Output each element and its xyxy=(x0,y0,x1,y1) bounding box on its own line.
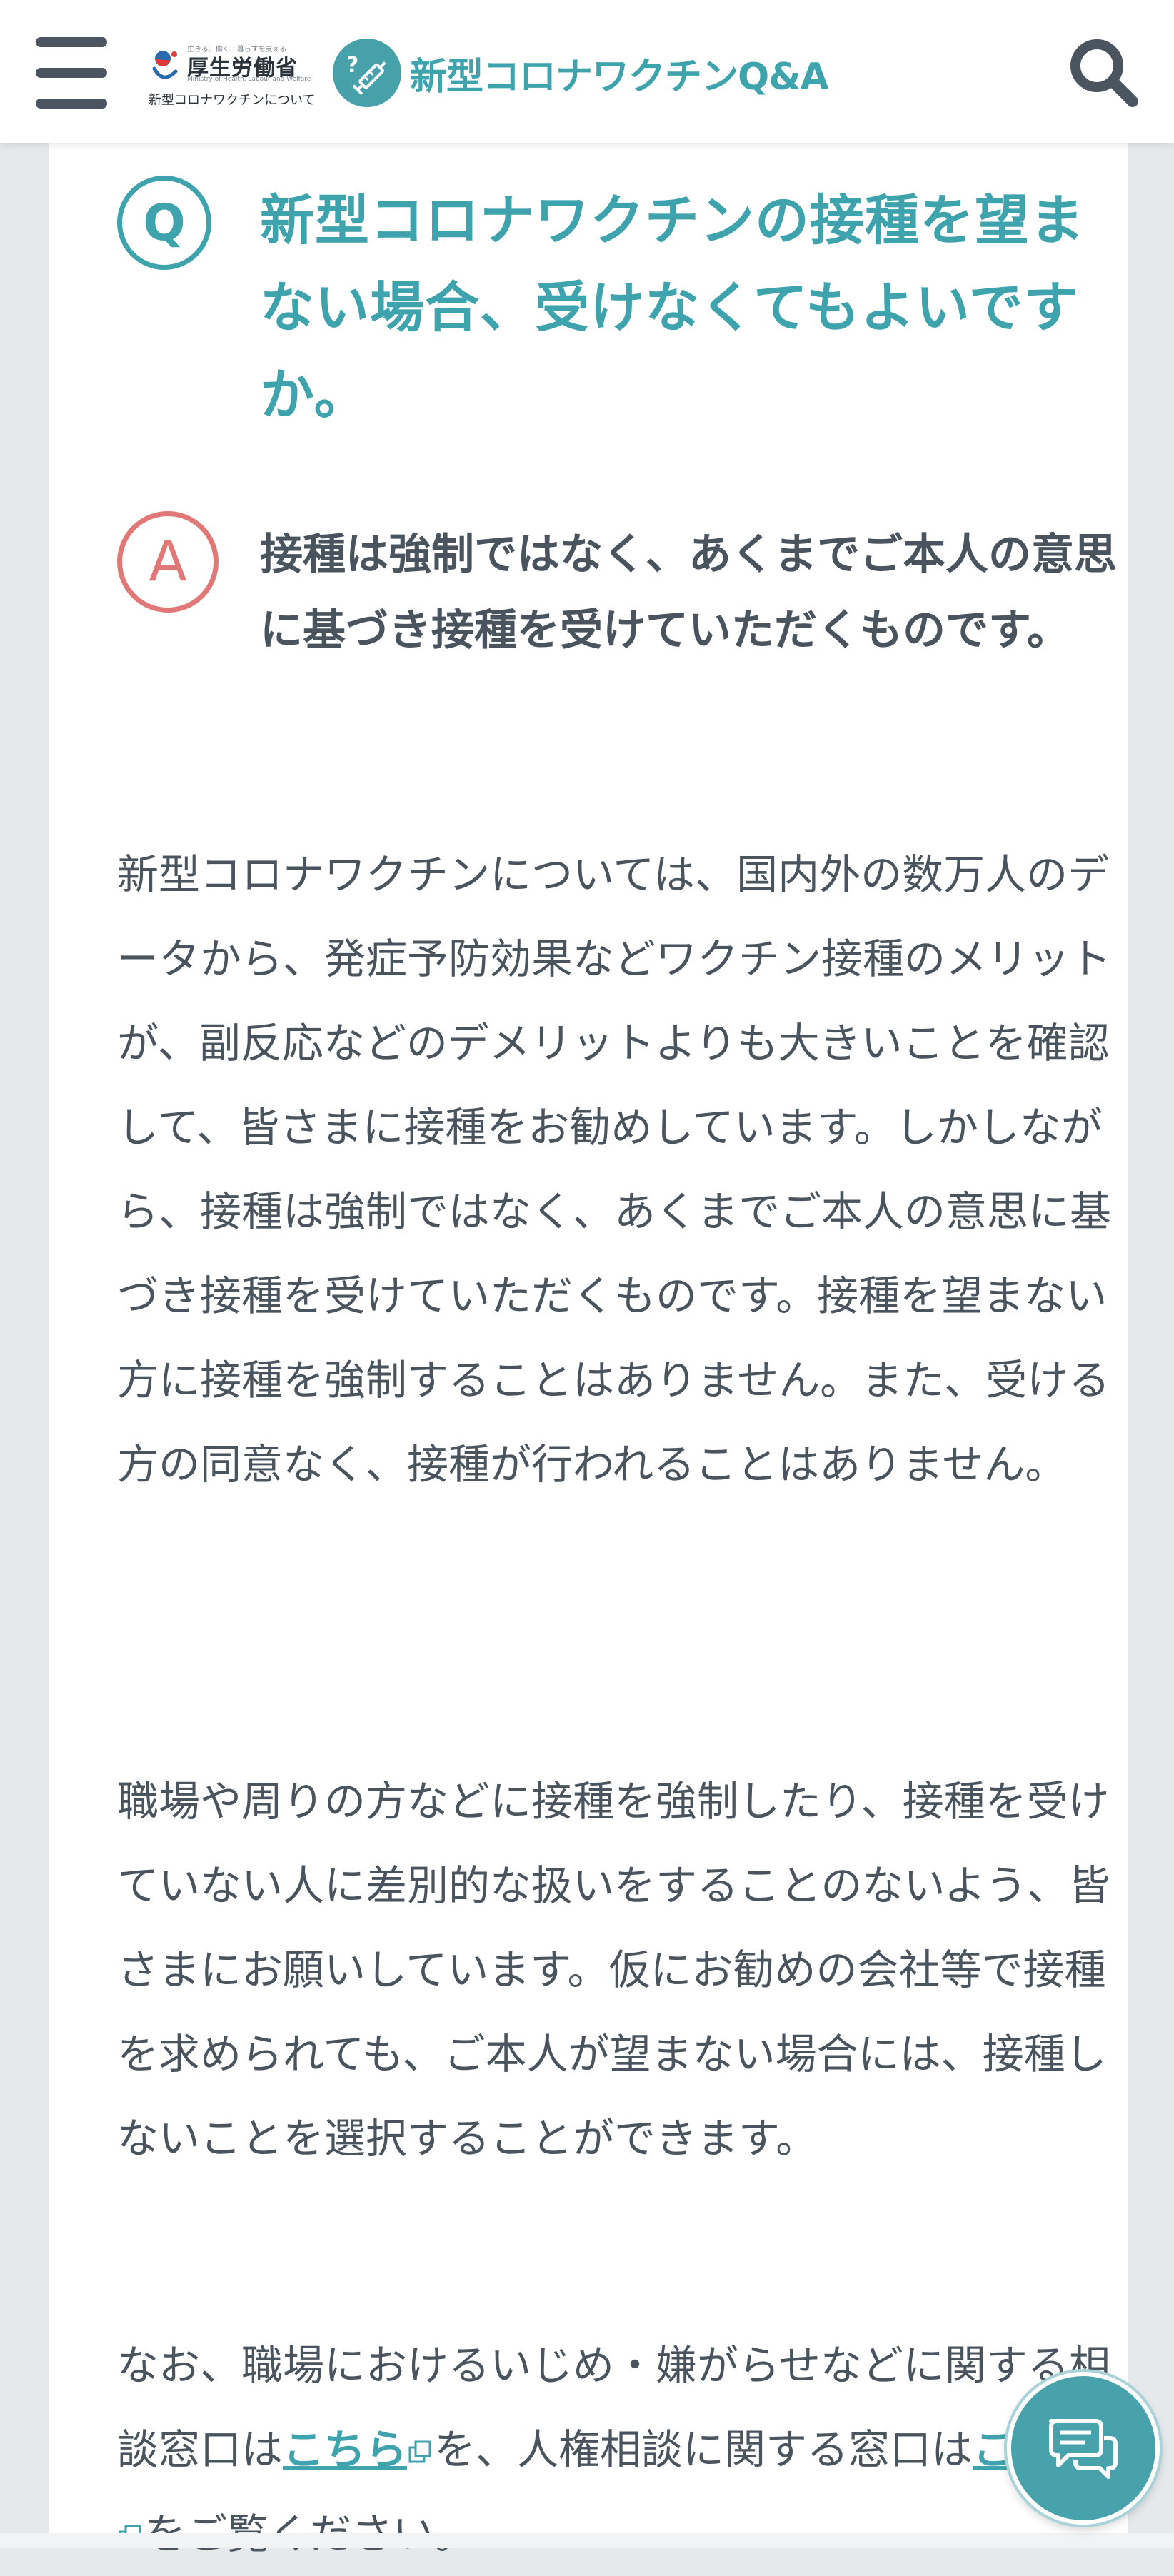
bottom-bar xyxy=(0,2533,1174,2548)
external-link-icon xyxy=(408,2440,431,2463)
question-badge: Q xyxy=(117,176,211,270)
mhlw-logo[interactable]: 生きる、働く、暮らすを支える 厚生労働省 Ministry of Health,… xyxy=(149,43,315,109)
answer-summary: 接種は強制ではなく、あくまでご本人の意思に基づき接種を受けていただくものです。 xyxy=(260,530,1117,655)
mhlw-mark-icon xyxy=(152,51,178,79)
svg-text:?: ? xyxy=(346,53,358,78)
chat-bubble-icon xyxy=(1049,2419,1118,2479)
vaccine-qa-logo-icon: ? xyxy=(333,39,401,107)
paragraph-3-text-2: を、人権相談に関する窓口は xyxy=(434,2425,973,2474)
site-logo[interactable]: ? 新型コロナワクチンQ&A xyxy=(333,37,829,109)
answer-paragraph-2: 職場や周りの方などに接種を強制したり、接種を受けていない人に差別的な扱いをするこ… xyxy=(117,1777,1110,2163)
site-header: 生きる、働く、暮らすを支える 厚生労働省 Ministry of Health,… xyxy=(0,0,1174,143)
hamburger-menu-icon[interactable] xyxy=(36,37,107,109)
mhlw-subtitle: 新型コロナワクチンについて xyxy=(149,93,316,108)
answer-badge: A xyxy=(117,511,219,613)
mhlw-english-name: Ministry of Health, Labour and Welfare xyxy=(187,76,311,83)
answer-paragraph-1: 新型コロナワクチンについては、国内外の数万人のデータから、発症予防効果などワクチ… xyxy=(117,850,1112,1489)
qa-card: Q 新型コロナワクチンの接種を望まない場合、受けなくてもよいですか。 A 接種は… xyxy=(49,143,1128,2558)
site-title: 新型コロナワクチンQ&A xyxy=(410,55,829,99)
chat-button[interactable] xyxy=(1007,2372,1160,2525)
search-icon[interactable] xyxy=(1065,34,1141,110)
harassment-consultation-link[interactable]: こちら xyxy=(283,2425,407,2474)
question-text: 新型コロナワクチンの接種を望まない場合、受けなくてもよいですか。 xyxy=(260,188,1085,426)
